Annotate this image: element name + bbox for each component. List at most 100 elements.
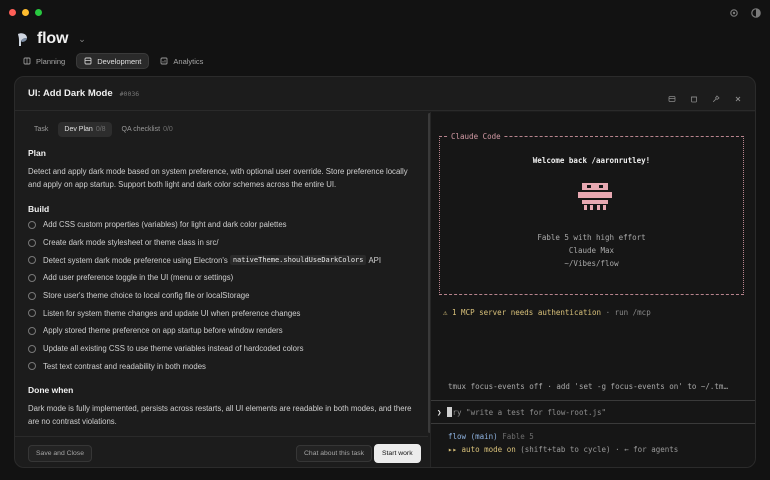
chat-about-task-button[interactable]: Chat about this task [296, 445, 373, 462]
archive-icon[interactable] [668, 90, 676, 102]
tmux-notice: tmux focus-events off · add 'set -g focu… [448, 382, 728, 391]
tab-label: Analytics [173, 56, 204, 66]
list-item: Test text contrast and readability in bo… [28, 358, 420, 376]
terminal-pane[interactable]: Claude Code Welcome back /aaronrutley! F… [430, 112, 755, 467]
model-label: Fable 5 [502, 432, 534, 441]
app-header: flow ⌄ [16, 30, 86, 48]
mcp-hint: · run /mcp [605, 308, 651, 317]
save-and-close-button[interactable]: Save and Close [28, 445, 92, 462]
task-content-pane: Task Dev Plan 0/8 QA checklist 0/0 Plan De… [15, 112, 428, 467]
gear-icon[interactable] [728, 6, 740, 18]
status-line-branch: flow (main) Fable 5 [448, 432, 534, 441]
claude-code-welcome-box: Claude Code Welcome back /aaronrutley! F… [439, 132, 744, 295]
mascot-icon [578, 183, 612, 210]
book-icon [23, 57, 31, 65]
list-item-text: Apply stored theme preference on app sta… [43, 326, 283, 336]
build-heading: Build [28, 204, 50, 214]
task-id: #0036 [119, 89, 140, 98]
list-item-text: Add user preference toggle in the UI (me… [43, 273, 234, 283]
window-controls [9, 9, 42, 16]
app-title: flow [37, 30, 69, 47]
subtab-label: Task [34, 126, 49, 133]
list-item: Listen for system theme changes and upda… [28, 304, 420, 322]
chevron-down-icon[interactable]: ⌄ [78, 34, 86, 45]
subtab-dev-plan[interactable]: Dev Plan 0/8 [58, 122, 112, 137]
tab-analytics[interactable]: Analytics [153, 53, 210, 69]
list-item: Add CSS custom properties (variables) fo… [28, 216, 420, 234]
subtab-count: 0/8 [95, 126, 106, 133]
subtab-qa-checklist[interactable]: QA checklist 0/0 [116, 122, 179, 137]
pin-icon[interactable] [712, 90, 720, 102]
box-label: Claude Code [448, 132, 504, 141]
tab-development[interactable]: Development [76, 53, 150, 69]
prompt-placeholder: ry "write a test for flow-root.js" [452, 407, 607, 417]
list-item-text: Detect system dark mode preference using… [43, 255, 228, 265]
list-item-text: Create dark mode stylesheet or theme cla… [43, 238, 219, 248]
task-actions [668, 90, 742, 102]
checkbox[interactable] [28, 344, 36, 353]
tab-planning[interactable]: Planning [16, 53, 72, 69]
list-item: Create dark mode stylesheet or theme cla… [28, 234, 420, 252]
checkbox[interactable] [28, 326, 36, 335]
trash-icon[interactable] [690, 90, 698, 102]
checkbox[interactable] [28, 256, 36, 265]
list-item-text: Store user's theme choice to local confi… [43, 291, 250, 301]
checkbox[interactable] [28, 220, 36, 229]
subtab-label: QA checklist [121, 126, 161, 133]
list-item: Update all existing CSS to use theme var… [28, 340, 420, 358]
checkbox[interactable] [28, 238, 36, 247]
checkbox[interactable] [28, 273, 36, 282]
list-item-text: Add CSS custom properties (variables) fo… [43, 220, 287, 230]
tab-label: Development [97, 56, 142, 66]
status-line-mode: ▸▸ auto mode on (shift+tab to cycle) · ←… [448, 445, 678, 454]
branch-label: flow (main) [448, 432, 498, 441]
build-checklist: Add CSS custom properties (variables) fo… [28, 216, 420, 375]
list-item: Detect system dark mode preference using… [28, 251, 420, 269]
chart-icon [160, 57, 168, 65]
task-panel: UI: Add Dark Mode #0036 Task Dev Plan 0/8… [14, 76, 756, 468]
model-line: Fable 5 with high effort [537, 233, 646, 242]
list-item: Add user preference toggle in the UI (me… [28, 269, 420, 287]
list-item-text: Test text contrast and readability in bo… [43, 361, 206, 371]
plan-line: Claude Max [568, 246, 615, 255]
subtabs: Task Dev Plan 0/8 QA checklist 0/0 [28, 122, 179, 137]
terminal-input[interactable]: ❯ ry "write a test for flow-root.js" [431, 400, 755, 424]
mcp-warning: ⚠ 1 MCP server needs authentication · ru… [443, 308, 651, 317]
prompt-char: ❯ [437, 407, 442, 417]
list-item: Store user's theme choice to local confi… [28, 287, 420, 305]
session-info: Fable 5 with high effort Claude Max ~/Vi… [440, 231, 743, 270]
mcp-warning-text: ⚠ 1 MCP server needs authentication [443, 308, 602, 317]
text-cursor [446, 407, 452, 417]
plan-text: Detect and apply dark mode based on syst… [28, 167, 408, 189]
inline-code: nativeTheme.shouldUseDarkColors [229, 255, 367, 266]
list-item-text: Update all existing CSS to use theme var… [43, 344, 304, 354]
tab-label: Planning [36, 56, 66, 66]
list-item: Apply stored theme preference on app sta… [28, 322, 420, 340]
main-tabs: Planning Development Analytics [16, 53, 210, 69]
close-window-button[interactable] [9, 9, 16, 16]
checkbox[interactable] [28, 309, 36, 318]
mode-hint: (shift+tab to cycle) · ← for agents [520, 445, 679, 454]
checkbox[interactable] [28, 362, 36, 371]
list-item-text: Listen for system theme changes and upda… [43, 308, 301, 318]
minimize-window-button[interactable] [22, 9, 29, 16]
close-icon[interactable] [734, 90, 742, 101]
top-right-icons [728, 6, 762, 18]
done-text: Dark mode is fully implemented, persists… [28, 404, 412, 427]
theme-icon[interactable] [750, 6, 762, 18]
subtab-count: 0/0 [163, 126, 173, 133]
done-heading: Done when [28, 385, 74, 396]
maximize-window-button[interactable] [35, 9, 42, 16]
welcome-message: Welcome back /aaronrutley! [532, 156, 651, 165]
checkbox[interactable] [28, 291, 36, 300]
box-icon [84, 57, 92, 65]
path-line: ~/Vibes/flow [564, 259, 619, 268]
task-footer: Save and Close Chat about this task Star… [15, 436, 428, 467]
task-title: UI: Add Dark Mode [28, 88, 113, 99]
subtab-label: Dev Plan [64, 126, 93, 133]
task-header: UI: Add Dark Mode #0036 [15, 77, 755, 111]
start-work-button[interactable]: Start work [374, 444, 421, 463]
subtab-task[interactable]: Task [28, 122, 54, 137]
flow-logo-icon [18, 32, 27, 46]
plan-heading: Plan [28, 148, 46, 158]
